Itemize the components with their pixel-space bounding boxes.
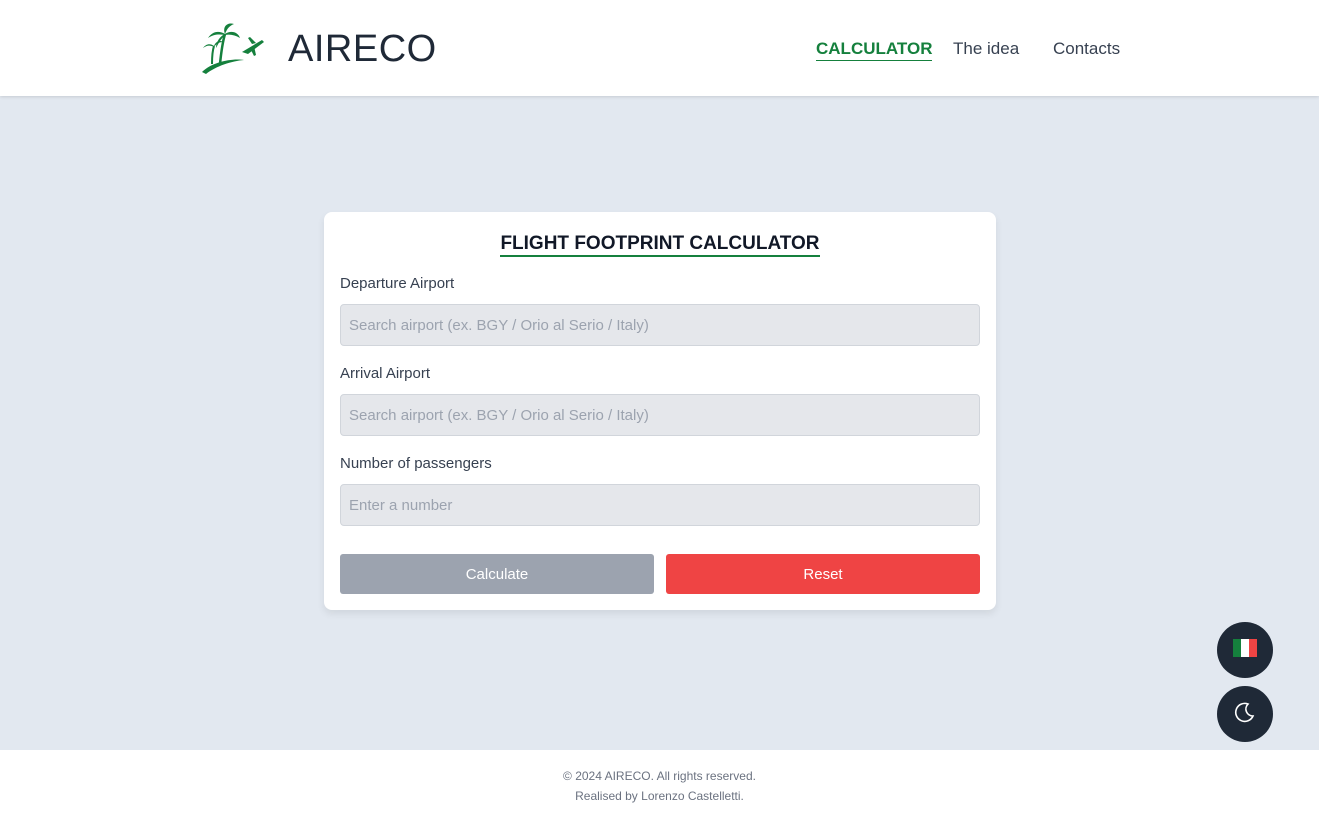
credit-text: Realised by Lorenzo Castelletti. [575,789,744,803]
arrival-label: Arrival Airport [340,365,431,382]
language-toggle-button[interactable] [1217,622,1273,678]
passengers-label: Number of passengers [340,455,492,472]
calculator-title: FLIGHT FOOTPRINT CALCULATOR [324,232,996,257]
passengers-input[interactable] [340,484,980,526]
nav-contacts[interactable]: Contacts [1053,38,1120,60]
calculator-title-text: FLIGHT FOOTPRINT CALCULATOR [500,233,820,257]
departure-airport-input[interactable] [340,304,980,346]
reset-button[interactable]: Reset [666,554,980,594]
site-header: AIRECO CALCULATOR The idea Contacts [0,0,1319,96]
moon-icon [1234,701,1256,728]
calculate-button[interactable]: Calculate [340,554,654,594]
departure-label: Departure Airport [340,275,455,292]
arrival-airport-input[interactable] [340,394,980,436]
palm-plane-logo-icon[interactable] [198,18,266,76]
theme-toggle-button[interactable] [1217,686,1273,742]
calculator-card: FLIGHT FOOTPRINT CALCULATOR Departure Ai… [324,212,996,610]
brand-name[interactable]: AIRECO [288,28,437,70]
nav-calculator[interactable]: CALCULATOR [816,38,933,61]
copyright-text: © 2024 AIRECO. All rights reserved. [563,769,756,783]
nav-the-idea[interactable]: The idea [953,38,1019,60]
site-footer: © 2024 AIRECO. All rights reserved. Real… [0,750,1319,822]
italy-flag-icon [1233,638,1257,662]
